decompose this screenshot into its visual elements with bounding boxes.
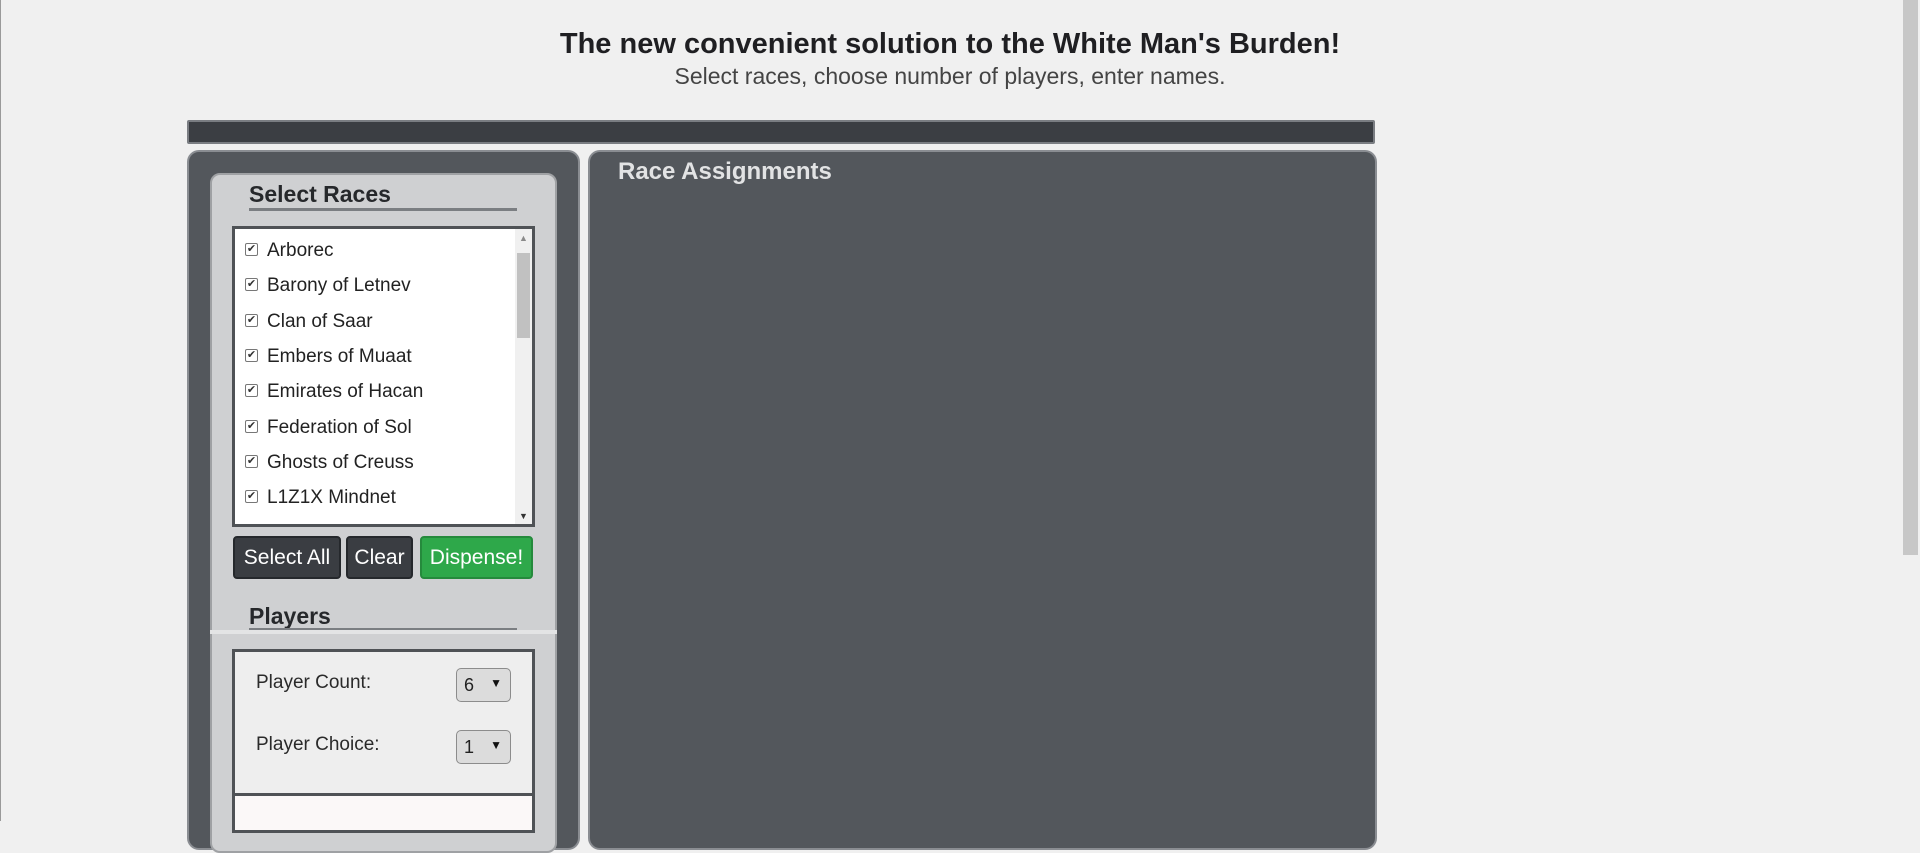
race-item-federation-of-sol[interactable]: ✔ Federation of Sol <box>245 413 412 443</box>
player-choice-value: 1 <box>464 736 475 757</box>
select-races-heading: Select Races <box>249 181 391 207</box>
window-edge <box>0 0 1 821</box>
player-names-area[interactable] <box>232 793 535 833</box>
checkbox[interactable]: ✔ <box>245 313 258 327</box>
race-label: L1Z1X Mindnet <box>267 487 396 508</box>
checkbox[interactable]: ✔ <box>245 277 258 291</box>
players-divider <box>210 630 557 634</box>
players-heading: Players <box>249 603 331 629</box>
checkbox[interactable]: ✔ <box>245 383 258 397</box>
race-item-clan-of-saar[interactable]: ✔ Clan of Saar <box>245 307 373 337</box>
checkbox[interactable]: ✔ <box>245 489 258 503</box>
player-count-label: Player Count: <box>256 672 372 693</box>
race-list[interactable]: ✔ Arborec ✔ Barony of Letnev ✔ Clan of S… <box>232 226 535 527</box>
race-label: Embers of Muaat <box>267 346 412 367</box>
player-count-value: 6 <box>464 674 475 695</box>
checkbox[interactable]: ✔ <box>245 242 258 256</box>
race-label: Federation of Sol <box>267 417 412 438</box>
race-label: Clan of Saar <box>267 311 373 332</box>
race-label: Emirates of Hacan <box>267 381 424 402</box>
page-subtitle: Select races, choose number of players, … <box>674 63 1226 89</box>
chevron-down-icon: ▼ <box>490 676 502 690</box>
checkbox[interactable]: ✔ <box>245 419 258 433</box>
race-item-embers-of-muaat[interactable]: ✔ Embers of Muaat <box>245 342 412 372</box>
select-all-button[interactable]: Select All <box>233 536 341 579</box>
player-count-select[interactable]: 6 ▼ <box>456 668 511 702</box>
page-title: The new convenient solution to the White… <box>559 28 1341 60</box>
race-label: Ghosts of Creuss <box>267 452 414 473</box>
race-item-arborec[interactable]: ✔ Arborec <box>245 236 334 266</box>
page-scroll-thumb[interactable] <box>1903 0 1918 555</box>
select-races-rule <box>249 208 517 211</box>
dispense-button[interactable]: Dispense! <box>420 536 533 579</box>
checkbox[interactable]: ✔ <box>245 348 258 362</box>
race-item-emirates-of-hacan[interactable]: ✔ Emirates of Hacan <box>245 377 423 407</box>
scroll-up-arrow-icon[interactable]: ▲ <box>515 229 532 246</box>
race-list-scrollbar[interactable]: ▲ ▼ <box>515 229 532 524</box>
race-item-ghosts-of-creuss[interactable]: ✔ Ghosts of Creuss <box>245 448 414 478</box>
player-choice-select[interactable]: 1 ▼ <box>456 730 511 764</box>
race-assignments-heading: Race Assignments <box>618 158 832 185</box>
clear-button[interactable]: Clear <box>346 536 413 579</box>
chevron-down-icon: ▼ <box>490 738 502 752</box>
race-assignments-panel <box>588 150 1377 850</box>
top-bar <box>187 120 1375 144</box>
race-item-l1z1x-mindnet[interactable]: ✔ L1Z1X Mindnet <box>245 483 396 513</box>
race-label: Arborec <box>267 240 334 261</box>
scroll-down-arrow-icon[interactable]: ▼ <box>515 507 532 524</box>
race-item-barony-of-letnev[interactable]: ✔ Barony of Letnev <box>245 271 411 301</box>
checkbox[interactable]: ✔ <box>245 454 258 468</box>
scroll-thumb[interactable] <box>517 253 530 338</box>
race-label: Barony of Letnev <box>267 275 411 296</box>
player-choice-label: Player Choice: <box>256 734 380 755</box>
